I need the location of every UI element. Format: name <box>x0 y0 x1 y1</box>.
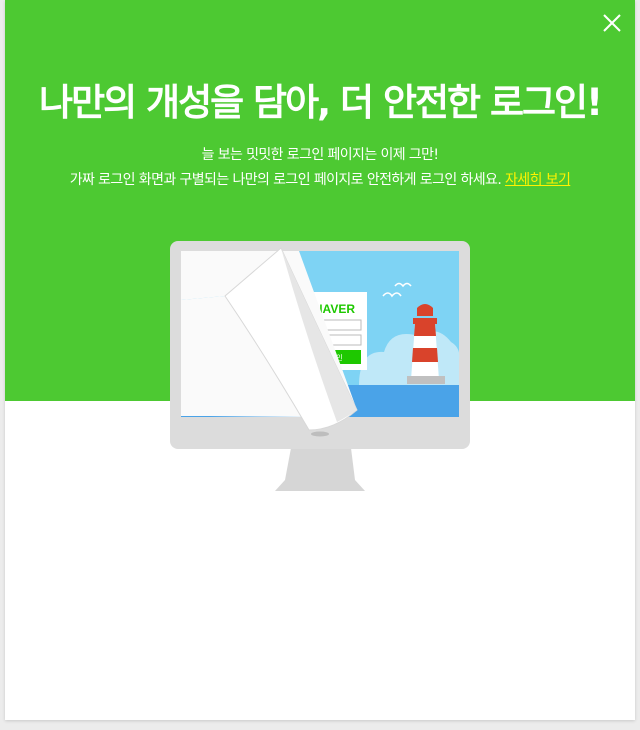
monitor-stand <box>275 448 365 491</box>
login-promo-popup: 나만의 개성을 담아, 더 안전한 로그인! 늘 보는 밋밋한 로그인 페이지는… <box>5 0 635 720</box>
subtitle-line-1: 늘 보는 밋밋한 로그인 페이지는 이제 그만! <box>201 147 439 163</box>
subtitle-line-2: 가짜 로그인 화면과 구별되는 나만의 로그인 페이지로 안전하게 로그인 하세… <box>5 169 635 189</box>
close-icon <box>603 14 621 32</box>
close-button[interactable] <box>601 12 623 34</box>
detail-link[interactable]: 자세히 보기 <box>505 172 571 188</box>
monitor-illustration: NAVER 로그인 <box>170 241 470 491</box>
subtitle-line-2-text: 가짜 로그인 화면과 구별되는 나만의 로그인 페이지로 안전하게 로그인 하세… <box>69 172 502 188</box>
monitor-button <box>311 431 329 437</box>
headline: 나만의 개성을 담아, 더 안전한 로그인! <box>39 81 603 124</box>
